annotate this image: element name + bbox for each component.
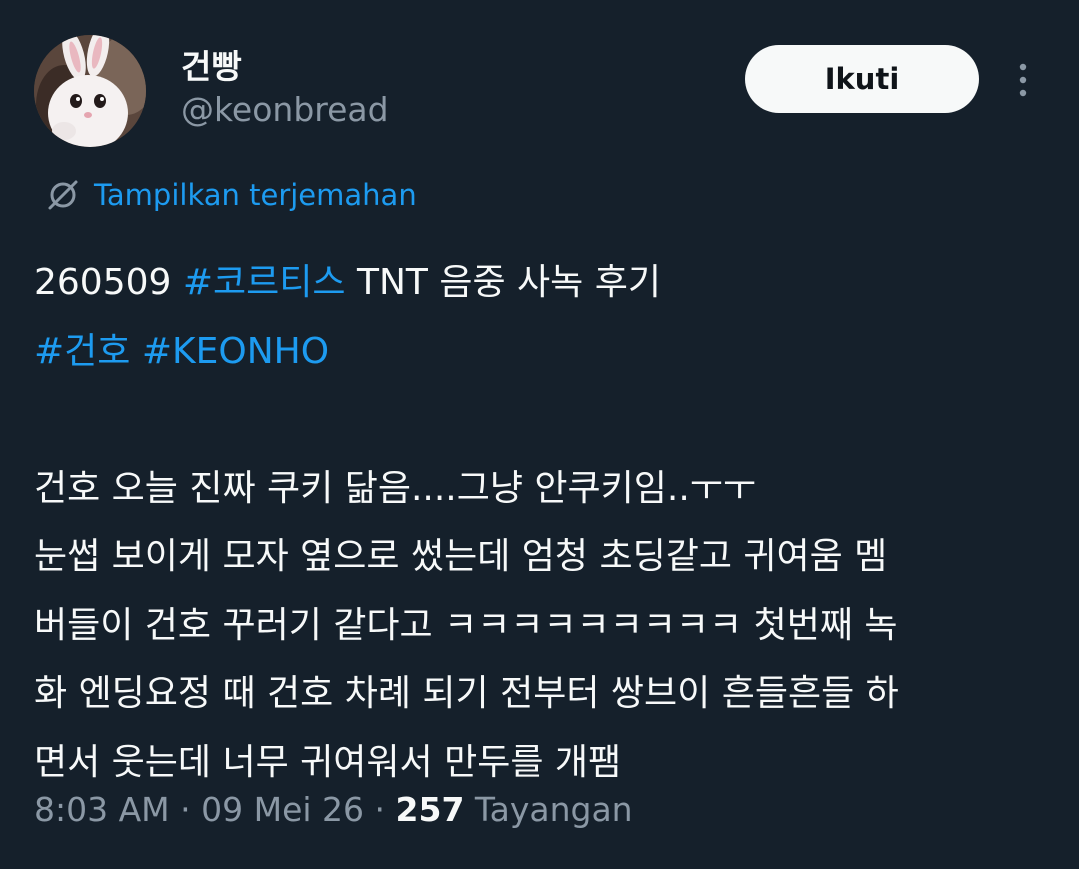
- tweet-date[interactable]: 09 Mei 26: [201, 790, 364, 829]
- hashtag-link[interactable]: #KEONHO: [142, 331, 329, 372]
- tweet-line: 건호 오늘 진짜 쿠키 닮음....그냥 안쿠키임..ㅜㅜ: [34, 467, 757, 509]
- translate-globe-icon: [48, 180, 78, 210]
- tweet-line: 버들이 건호 꾸러기 같다고 ㅋㅋㅋㅋㅋㅋㅋㅋㅋ 첫번째 녹: [34, 604, 898, 646]
- tweet-meta: 8:03 AM · 09 Mei 26 · 257 Tayangan: [34, 787, 633, 833]
- more-vertical-icon[interactable]: [1008, 60, 1038, 100]
- hashtag-link[interactable]: #건호: [34, 331, 130, 372]
- avatar-image: [34, 35, 146, 147]
- tweet-line: #건호 #KEONHO: [34, 318, 1054, 387]
- meta-separator: ·: [169, 790, 202, 829]
- tweet-text-segment: TNT 음중 사녹 후기: [345, 262, 661, 303]
- show-translation-link[interactable]: Tampilkan terjemahan: [46, 175, 417, 215]
- author-handle[interactable]: @keonbread: [181, 90, 389, 130]
- tweet-line: 260509 #코르티스 TNT 음중 사녹 후기: [34, 249, 1054, 318]
- tweet-time[interactable]: 8:03 AM: [34, 790, 170, 829]
- tweet-text: 260509 #코르티스 TNT 음중 사녹 후기 #건호 #KEONHO 건호…: [34, 249, 1054, 797]
- tweet-text-segment: 260509: [34, 262, 183, 303]
- tweet-line: 화 엔딩요정 때 건호 차례 되기 전부터 쌍브이 흔들흔들 하: [34, 673, 899, 714]
- avatar[interactable]: [34, 35, 146, 147]
- follow-button[interactable]: Ikuti: [745, 45, 979, 113]
- meta-separator: ·: [364, 790, 396, 829]
- hashtag-link[interactable]: #코르티스: [183, 262, 346, 303]
- author-display-name[interactable]: 건빵: [181, 47, 242, 87]
- show-translation-label: Tampilkan terjemahan: [94, 178, 417, 212]
- views-label: Tayangan: [474, 790, 633, 829]
- views-count[interactable]: 257: [396, 790, 465, 829]
- tweet-line: 눈썹 보이게 모자 옆으로 썼는데 엄청 초딩같고 귀여움 멤: [34, 536, 888, 577]
